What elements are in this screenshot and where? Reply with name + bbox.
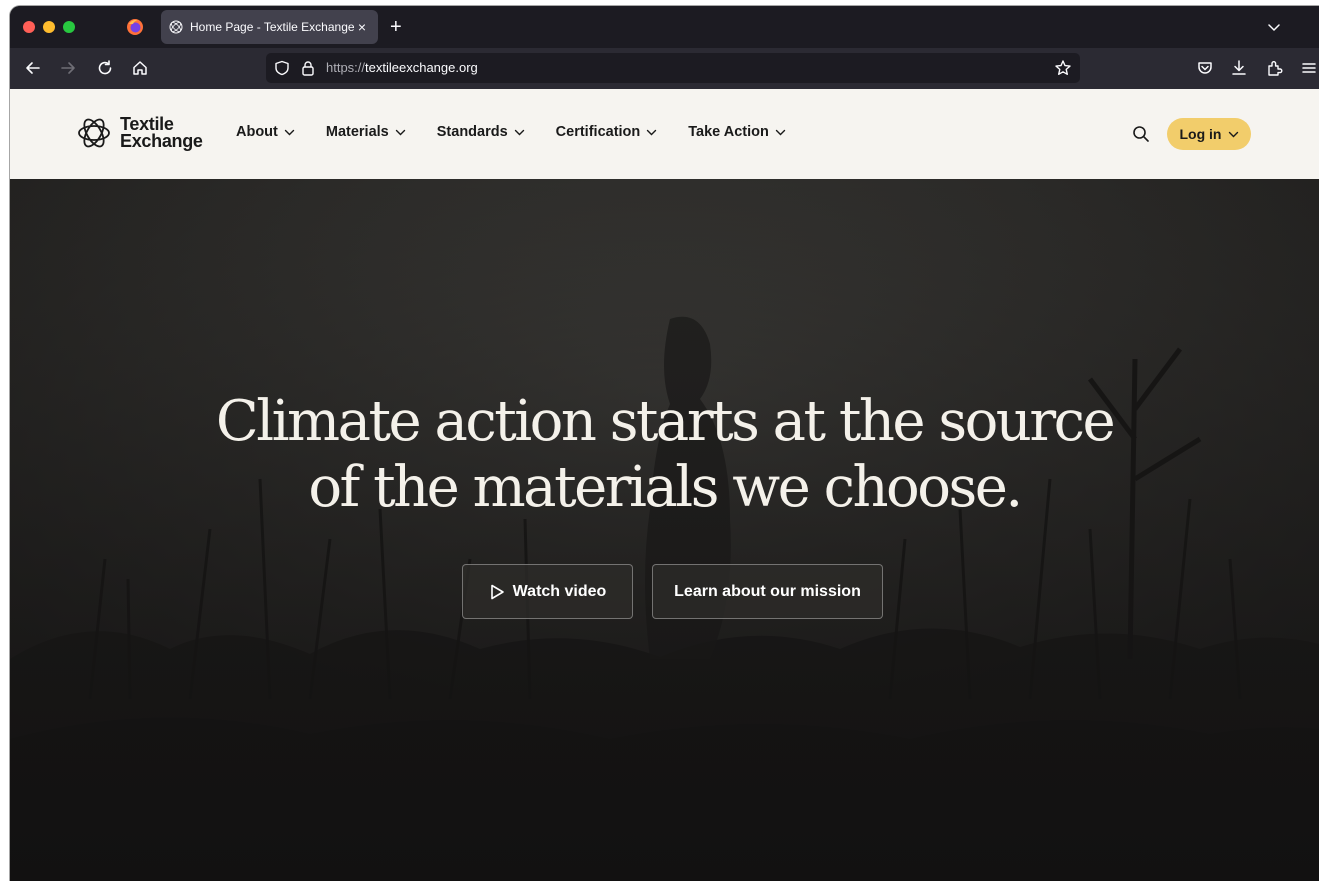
logo-wordmark: Textile Exchange [120,115,203,151]
pocket-icon[interactable] [1196,59,1214,77]
chevron-down-icon[interactable] [1266,19,1282,35]
textile-exchange-logo-icon [78,118,110,148]
hero-title: Climate action starts at the source of t… [10,389,1319,521]
chevron-down-icon [395,129,405,135]
url-scheme: https:// [326,60,366,75]
home-icon[interactable] [131,59,149,77]
url-bar[interactable]: https://textileexchange.org [266,53,1080,83]
firefox-icon[interactable] [126,18,144,36]
main-nav: About Materials Standards Certification … [236,124,817,140]
watch-video-button[interactable]: Watch video [462,564,633,619]
url-host: textileexchange.org [365,60,478,75]
nav-item-label: About [236,124,278,140]
nav-item-standards[interactable]: Standards [437,124,525,140]
nav-item-label: Standards [436,124,508,140]
nav-item-label: Certification [555,124,641,140]
play-icon [490,584,504,599]
hero-title-line-1: Climate action starts at the source [215,389,1116,454]
nav-item-certification[interactable]: Certification [556,124,658,140]
chevron-down-icon [647,129,657,135]
shield-icon[interactable] [274,60,290,76]
tab-title: Home Page - Textile Exchange [190,20,354,34]
chevron-down-icon [775,129,786,135]
chevron-down-icon [1228,131,1238,137]
chevron-down-icon [284,129,295,135]
tab-active[interactable]: Home Page - Textile Exchange × [161,10,378,44]
login-button[interactable]: Log in [1167,118,1251,150]
nav-item-about[interactable]: About [236,124,295,140]
site-header: Textile Exchange About Materials Standar… [10,89,1319,179]
login-label: Log in [1179,126,1222,142]
star-icon[interactable] [1054,59,1072,77]
search-icon[interactable] [1132,125,1150,143]
tab-strip: Home Page - Textile Exchange × + [10,6,1319,48]
tab-close-icon[interactable]: × [354,19,370,35]
hero-title-line-2: of the materials we choose. [308,455,1023,520]
hero-section: Climate action starts at the source of t… [10,179,1319,881]
nav-toolbar: https://textileexchange.org [10,48,1319,89]
lock-icon[interactable] [300,60,316,76]
zoom-window-button[interactable] [63,21,75,33]
back-icon[interactable] [24,59,42,77]
nav-item-take-action[interactable]: Take Action [688,124,786,140]
learn-mission-button[interactable]: Learn about our mission [652,564,883,619]
logo-line-2: Exchange [120,131,203,151]
reload-icon[interactable] [96,59,114,77]
hero-background-image [10,179,1319,881]
textile-exchange-favicon-icon [169,20,183,34]
minimize-window-button[interactable] [43,21,55,33]
nav-item-label: Materials [325,124,389,140]
url-text[interactable]: https://textileexchange.org [326,60,478,75]
download-icon[interactable] [1230,59,1248,77]
nav-item-materials[interactable]: Materials [326,124,406,140]
close-window-button[interactable] [23,21,35,33]
hero-buttons: Watch video Learn about our mission [462,564,883,619]
new-tab-button[interactable]: + [390,17,402,37]
watch-video-label: Watch video [512,582,607,600]
forward-icon[interactable] [59,59,77,77]
nav-item-label: Take Action [688,124,769,140]
learn-mission-label: Learn about our mission [674,582,861,600]
chevron-down-icon [514,129,524,135]
site-logo[interactable]: Textile Exchange [76,115,203,151]
menu-icon[interactable] [1300,59,1318,77]
browser-window: Home Page - Textile Exchange × + https:/… [10,6,1319,881]
extensions-icon[interactable] [1266,59,1284,77]
